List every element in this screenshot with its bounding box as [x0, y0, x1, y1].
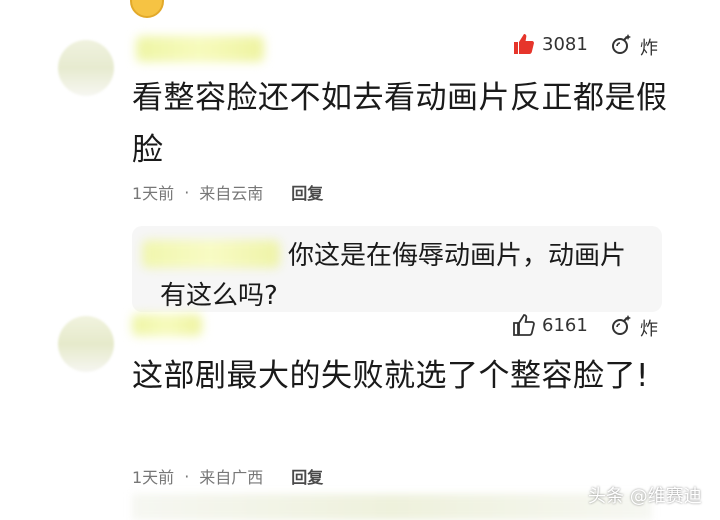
reaction-button[interactable]: 炸	[610, 313, 658, 342]
comment-text: 这部剧最大的失败就选了个整容脸了!	[132, 358, 649, 394]
username-blurred[interactable]	[136, 36, 264, 62]
location: 来自广西	[199, 468, 264, 487]
comment-meta: 1天前 · 来自云南 回复	[132, 180, 323, 204]
reaction-label: 炸	[640, 37, 658, 59]
reaction-label: 炸	[640, 318, 658, 340]
reply-button[interactable]: 回复	[291, 464, 323, 488]
top-emoji	[130, 0, 164, 18]
separator-dot: ·	[184, 182, 190, 202]
like-count: 6161	[542, 314, 588, 336]
watermark: 头条 @维赛迪	[588, 486, 702, 507]
avatar[interactable]	[58, 316, 114, 372]
avatar[interactable]	[58, 40, 114, 96]
next-comment-blurred	[132, 494, 652, 520]
timestamp: 1天前	[132, 468, 175, 487]
like-button[interactable]: 6161	[512, 313, 588, 337]
reply-button[interactable]: 回复	[291, 180, 323, 204]
bomb-icon	[610, 32, 634, 61]
comment-text: 看整容脸还不如去看动画片反正都是假脸	[132, 80, 668, 168]
like-button[interactable]: 3081	[512, 32, 588, 56]
reaction-button[interactable]: 炸	[610, 32, 658, 61]
separator-dot: ·	[184, 466, 190, 486]
bomb-icon	[610, 313, 634, 342]
thumbs-up-outline-icon	[512, 313, 536, 337]
comment-meta: 1天前 · 来自广西 回复	[132, 464, 323, 488]
username-blurred[interactable]	[132, 314, 202, 336]
reply-body: 你这是在侮辱动画片，动画片有这么吗?	[160, 241, 627, 311]
thumbs-up-filled-icon	[512, 32, 536, 56]
like-count: 3081	[542, 33, 588, 55]
reply-text: 你这是在侮辱动画片，动画片有这么吗?	[160, 236, 640, 316]
timestamp: 1天前	[132, 184, 175, 203]
location: 来自云南	[199, 184, 264, 203]
